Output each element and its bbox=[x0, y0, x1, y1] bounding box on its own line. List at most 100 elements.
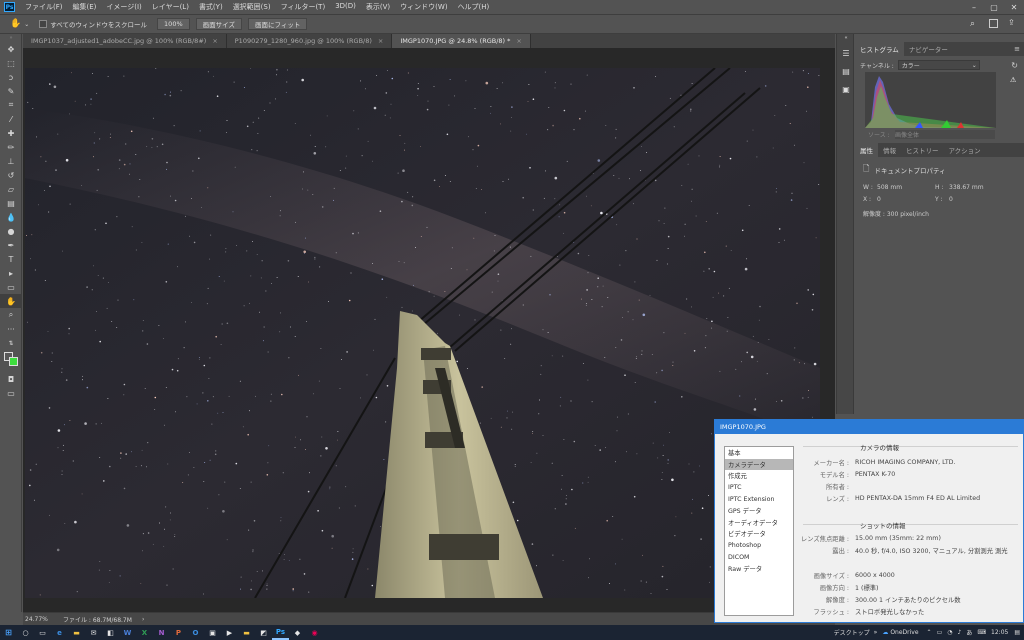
warning-icon[interactable]: ⚠ bbox=[1010, 76, 1016, 84]
metadata-category-item[interactable]: DICOM bbox=[725, 551, 793, 563]
scroll-all-checkbox[interactable] bbox=[39, 20, 48, 28]
metadata-category-item[interactable]: IPTC bbox=[725, 482, 793, 494]
word-icon[interactable]: W bbox=[119, 625, 136, 640]
menu-item-2[interactable]: イメージ(I) bbox=[101, 2, 146, 12]
width-value[interactable]: 508 mm bbox=[877, 184, 931, 191]
app-icon[interactable]: ▣ bbox=[204, 625, 221, 640]
menu-item-5[interactable]: 選択範囲(S) bbox=[228, 2, 276, 12]
layers-icon[interactable]: ▤ bbox=[837, 64, 855, 78]
blur-tool-icon[interactable]: 💧 bbox=[0, 210, 22, 224]
document-tab[interactable]: P1090279_1280_960.jpg @ 100% (RGB/8) × bbox=[227, 34, 393, 48]
metadata-category-item[interactable]: オーディオデータ bbox=[725, 517, 793, 529]
quick-mask-icon[interactable]: ◘ bbox=[0, 372, 22, 386]
properties-tab[interactable]: 情報 bbox=[878, 143, 901, 157]
metadata-value[interactable]: RICOH IMAGING COMPANY, LTD. bbox=[855, 459, 1022, 466]
metadata-category-item[interactable]: Photoshop bbox=[725, 540, 793, 552]
task-view-icon[interactable]: ▭ bbox=[34, 625, 51, 640]
path-select-tool-icon[interactable]: ▸ bbox=[0, 266, 22, 280]
clock[interactable]: 12:05 bbox=[991, 629, 1008, 636]
menu-item-1[interactable]: 編集(E) bbox=[68, 2, 102, 12]
metadata-category-item[interactable]: Raw データ bbox=[725, 563, 793, 575]
photoshop-taskbar-icon[interactable]: Ps bbox=[272, 625, 289, 640]
chevron-up-icon[interactable]: ⌃ bbox=[927, 629, 932, 636]
store-icon[interactable]: ◧ bbox=[102, 625, 119, 640]
type-tool-icon[interactable]: T bbox=[0, 252, 22, 266]
refresh-icon[interactable]: ↻ bbox=[1011, 61, 1018, 70]
properties-tab[interactable]: ヒストリー bbox=[901, 143, 944, 157]
chevron-down-icon[interactable]: ⌄ bbox=[24, 21, 29, 28]
menu-item-7[interactable]: 3D(D) bbox=[330, 2, 361, 12]
menu-item-8[interactable]: 表示(V) bbox=[361, 2, 395, 12]
photo-canvas[interactable] bbox=[25, 68, 820, 598]
crop-tool-icon[interactable]: ⌗ bbox=[0, 98, 22, 112]
network-icon[interactable]: ◔ bbox=[947, 629, 952, 636]
properties-tab[interactable]: アクション bbox=[944, 143, 986, 157]
ime-indicator[interactable]: あ bbox=[966, 628, 972, 637]
metadata-value[interactable]: 6000 x 4000 bbox=[855, 572, 1022, 579]
document-tab[interactable]: IMGP1037_adjusted1_adobeCC.jpg @ 100% (R… bbox=[23, 34, 227, 48]
pen-tool-icon[interactable]: ✒ bbox=[0, 238, 22, 252]
powerpoint-icon[interactable]: P bbox=[170, 625, 187, 640]
color-swatches[interactable] bbox=[0, 350, 21, 372]
metadata-category-item[interactable]: カメラデータ bbox=[725, 458, 793, 471]
tab-navigator[interactable]: ナビゲーター bbox=[904, 42, 953, 56]
marquee-tool-icon[interactable]: ⬚ bbox=[0, 56, 22, 70]
metadata-value[interactable]: 15.00 mm (35mm: 22 mm) bbox=[855, 535, 1022, 542]
metadata-value[interactable]: 40.0 秒, f/4.0, ISO 3200, マニュアル, 分割測光 測光 bbox=[855, 546, 1022, 555]
volume-icon[interactable]: ♪ bbox=[958, 629, 962, 636]
outlook-icon[interactable]: O bbox=[187, 625, 204, 640]
y-value[interactable]: 0 bbox=[949, 196, 953, 203]
metadata-value[interactable]: ストロボ発光しなかった bbox=[855, 607, 1022, 616]
onenote-icon[interactable]: N bbox=[153, 625, 170, 640]
keyboard-icon[interactable]: ⌨ bbox=[977, 629, 986, 636]
metadata-category-item[interactable]: GPS データ bbox=[725, 505, 793, 517]
collapse-icon[interactable]: « bbox=[837, 34, 855, 42]
document-icon[interactable]: ▣ bbox=[837, 82, 855, 96]
screen-mode-icon[interactable]: ▭ bbox=[0, 386, 22, 400]
swap-colors-icon[interactable]: ⇅ bbox=[0, 336, 22, 350]
stamp-tool-icon[interactable]: ⊥ bbox=[0, 154, 22, 168]
zoom-tool-icon[interactable]: ⌕ bbox=[0, 308, 22, 322]
workspace-icon[interactable] bbox=[989, 19, 998, 28]
metadata-category-item[interactable]: 作成元 bbox=[725, 470, 793, 482]
minimize-button[interactable]: – bbox=[964, 0, 984, 14]
zoom-level[interactable]: 24.77% bbox=[23, 616, 59, 623]
explorer-icon[interactable]: ▬ bbox=[68, 625, 85, 640]
move-tool-icon[interactable]: ✥ bbox=[0, 42, 22, 56]
x-value[interactable]: 0 bbox=[877, 196, 931, 203]
fill-screen-button[interactable]: 画面にフィット bbox=[247, 18, 308, 30]
mail-icon[interactable]: ✉ bbox=[85, 625, 102, 640]
menu-item-9[interactable]: ウィンドウ(W) bbox=[395, 2, 452, 12]
hand-tool-icon[interactable]: ✋ bbox=[10, 19, 21, 29]
app-icon-3[interactable]: ◉ bbox=[306, 625, 323, 640]
more-tools-icon[interactable]: ··· bbox=[0, 322, 22, 336]
history-brush-tool-icon[interactable]: ↺ bbox=[0, 168, 22, 182]
metadata-category-item[interactable]: ビデオデータ bbox=[725, 528, 793, 540]
metadata-category-item[interactable]: 基本 bbox=[725, 447, 793, 459]
history-icon[interactable]: ☰ bbox=[837, 46, 855, 60]
channel-select[interactable]: カラー ⌄ bbox=[897, 60, 980, 70]
source-value[interactable]: 画像全体 bbox=[895, 130, 995, 139]
onedrive-label[interactable]: OneDrive bbox=[890, 629, 918, 636]
document-tab[interactable]: IMGP1070.JPG @ 24.8% (RGB/8) * × bbox=[392, 34, 531, 48]
metadata-value[interactable]: PENTAX K-70 bbox=[855, 471, 1022, 478]
close-icon[interactable]: ✕ bbox=[1004, 0, 1024, 14]
battery-icon[interactable]: ▭ bbox=[937, 629, 943, 636]
menu-item-6[interactable]: フィルター(T) bbox=[276, 2, 331, 12]
menu-item-0[interactable]: ファイル(F) bbox=[20, 2, 68, 12]
desktop-label[interactable]: デスクトップ bbox=[834, 628, 870, 637]
zoom-100-button[interactable]: 100% bbox=[157, 18, 190, 30]
fit-screen-button[interactable]: 画面サイズ bbox=[195, 18, 242, 30]
folder-icon[interactable]: ▬ bbox=[238, 625, 255, 640]
hand-tool-icon[interactable]: ✋ bbox=[0, 294, 22, 308]
background-color-swatch[interactable] bbox=[9, 357, 18, 366]
excel-icon[interactable]: X bbox=[136, 625, 153, 640]
chevron-right-icon[interactable]: » bbox=[874, 629, 878, 636]
search-icon[interactable]: ⌕ bbox=[970, 19, 975, 29]
metadata-value[interactable]: 300.00 1 インチあたりのピクセル数 bbox=[855, 595, 1022, 604]
edge-icon[interactable]: e bbox=[51, 625, 68, 640]
shape-tool-icon[interactable]: ▭ bbox=[0, 280, 22, 294]
lasso-tool-icon[interactable]: ↄ bbox=[0, 70, 22, 84]
app-icon-2[interactable]: ◆ bbox=[289, 625, 306, 640]
dodge-tool-icon[interactable]: ● bbox=[0, 224, 22, 238]
